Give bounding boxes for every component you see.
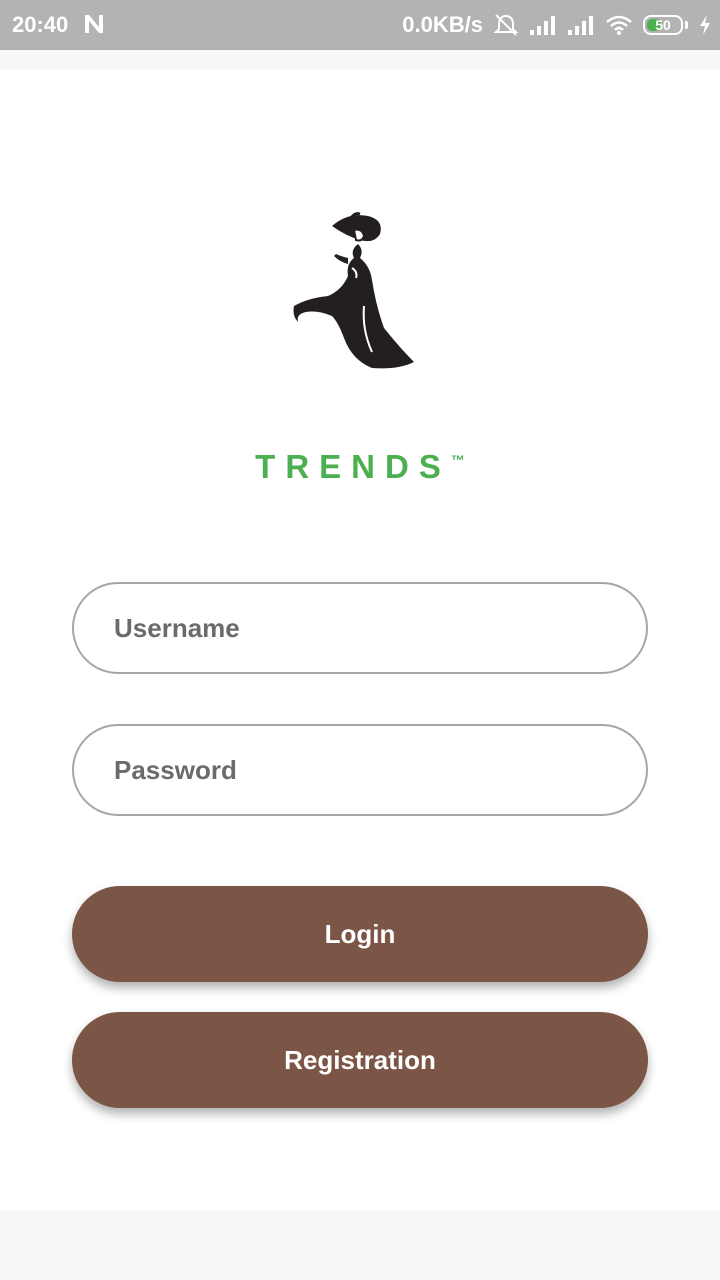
brand-title: TRENDS™	[0, 448, 720, 486]
username-input[interactable]	[74, 584, 646, 672]
status-bar: 20:40 0.0KB/s 50	[0, 0, 720, 50]
login-button[interactable]: Login	[72, 886, 648, 982]
battery-level: 50	[655, 17, 671, 33]
battery-icon: 50	[643, 15, 683, 35]
n-notification-icon	[85, 15, 103, 33]
trademark-symbol: ™	[450, 452, 465, 468]
brand-name: TRENDS	[255, 448, 451, 485]
signal-icon	[568, 16, 593, 35]
status-time: 20:40	[12, 12, 69, 37]
alarm-off-icon	[493, 14, 519, 36]
password-input[interactable]	[74, 726, 646, 814]
signal-icon	[530, 16, 555, 35]
registration-button[interactable]: Registration	[72, 1012, 648, 1108]
lady-dress-logo	[293, 212, 414, 369]
wifi-icon	[606, 15, 632, 35]
username-field[interactable]	[72, 582, 648, 674]
network-speed: 0.0KB/s	[402, 12, 483, 37]
login-card: TRENDS™ Login Registration	[0, 70, 720, 1210]
battery-tip	[685, 21, 688, 29]
password-field[interactable]	[72, 724, 648, 816]
charging-icon	[700, 15, 710, 35]
